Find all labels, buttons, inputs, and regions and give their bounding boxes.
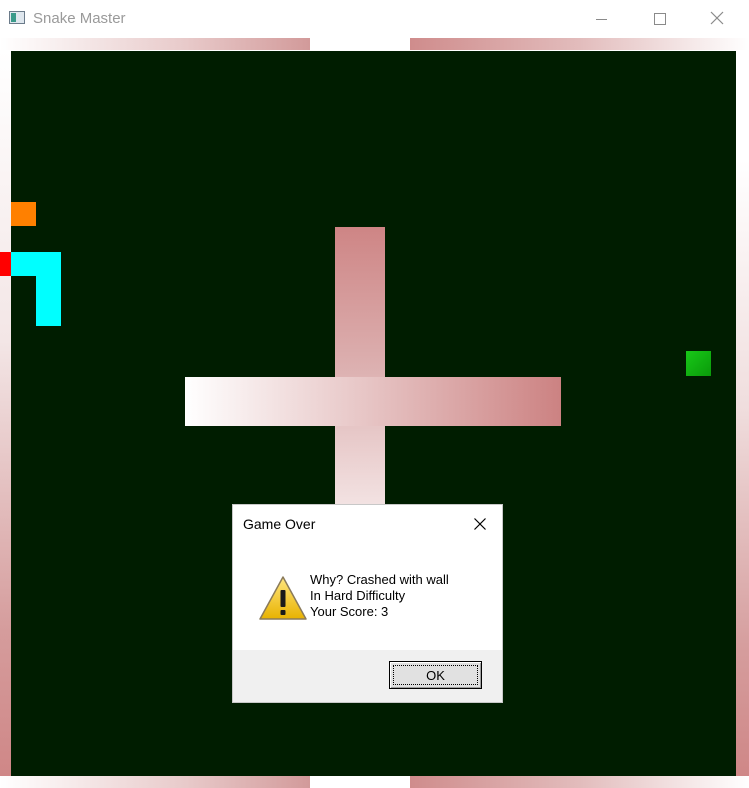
wall-right [736,160,749,776]
wall-bottom-right [410,776,749,788]
app-window-icon [9,11,25,24]
message-line: In Hard Difficulty [310,588,406,603]
wall-top-right [410,38,749,50]
window-title: Snake Master [33,10,126,27]
dialog-close-button[interactable] [469,513,491,535]
obstacle-cross-vertical [335,227,385,507]
dialog-footer: OK [233,650,502,702]
snake-body-segment [11,252,61,276]
close-button[interactable] [688,0,746,38]
food-item [11,202,36,226]
message-line: Your Score: 3 [310,604,389,619]
wall-top-left [0,38,310,50]
title-bar[interactable]: Snake Master [0,0,749,38]
wall-left [0,51,11,776]
maximize-icon [654,13,666,25]
ok-button[interactable]: OK [389,661,482,689]
bonus-item [686,351,711,376]
minimize-icon [596,19,607,20]
obstacle-cross-horizontal [185,377,561,426]
dialog-message: Why? Crashed with wall In Hard Difficult… [310,572,449,620]
snake-body-segment [36,276,61,326]
warning-icon [259,576,307,620]
maximize-button[interactable] [630,0,688,38]
game-window: Snake Master Game Over Why? Crashed with… [0,0,749,788]
game-over-dialog: Game Over Why? Crashed with wall In Hard… [233,505,502,702]
dialog-title: Game Over [243,516,316,532]
minimize-button[interactable] [572,0,630,38]
message-line: Why? Crashed with wall [310,572,449,587]
wall-bottom-left [0,776,310,788]
close-icon [474,518,486,530]
snake-head [0,252,11,276]
close-icon [710,11,724,25]
